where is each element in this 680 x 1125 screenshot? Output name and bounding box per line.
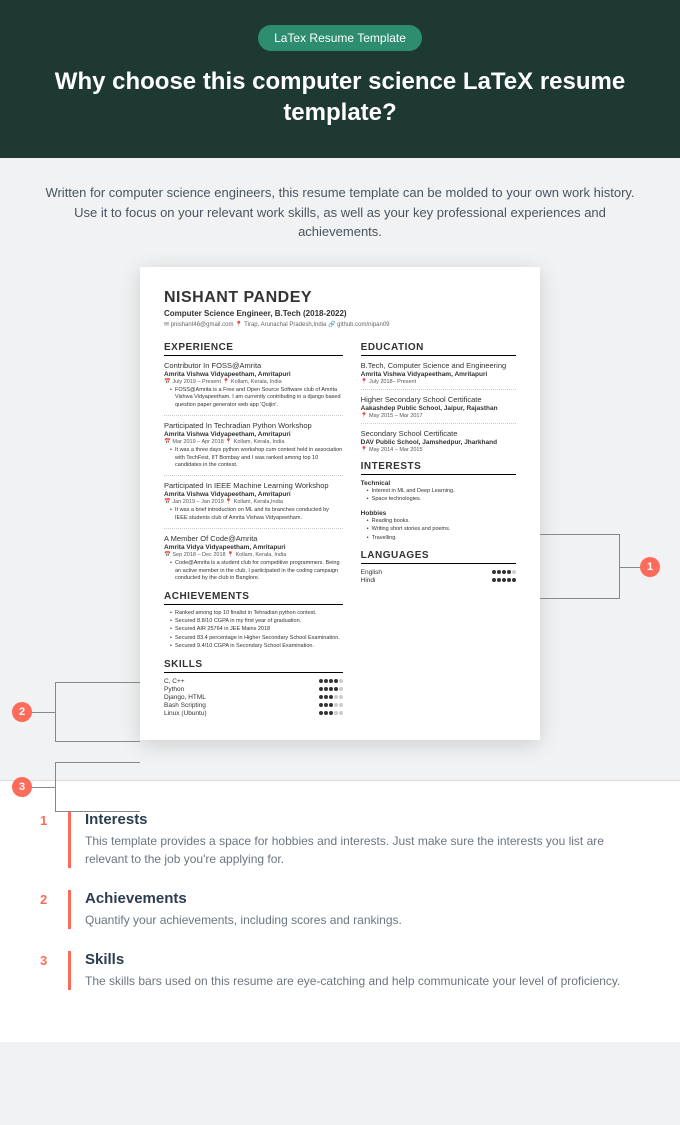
skill-row: Django, HTML bbox=[164, 694, 343, 701]
edu-title: Higher Secondary School Certificate bbox=[361, 395, 516, 404]
languages-header: LANGUAGES bbox=[361, 550, 516, 564]
features-section: 1 Interests This template provides a space… bbox=[0, 780, 680, 1042]
exp-sub: Amrita Vishwa Vidyapeetham, Amritapuri bbox=[164, 491, 343, 498]
skill-row: Python bbox=[164, 686, 343, 693]
hobby-item: Reading books. bbox=[367, 518, 516, 525]
feature-number: 1 bbox=[40, 811, 54, 868]
hobby-item: Writing short stories and poems. bbox=[367, 526, 516, 533]
exp-bullet: It was a three days python workshop cum … bbox=[170, 447, 343, 469]
feature-item: 3 Skills The skills bars used on this resu… bbox=[40, 951, 640, 990]
exp-sub: Amrita Vishwa Vidyapeetham, Amritapuri bbox=[164, 371, 343, 378]
technical-subheader: Technical bbox=[361, 480, 516, 487]
experience-header: EXPERIENCE bbox=[164, 342, 343, 356]
resume-preview-area: 1 2 3 NISHANT PANDEY Computer Science En… bbox=[0, 267, 680, 780]
exp-sub: Amrita Vidya Vidyapeetham, Amritapuri bbox=[164, 544, 343, 551]
hobby-item: Travelling. bbox=[367, 535, 516, 542]
feature-item: 2 Achievements Quantify your achievements,… bbox=[40, 890, 640, 929]
callout-marker-3: 3 bbox=[12, 777, 32, 797]
exp-title: Contributor In FOSS@Amrita bbox=[164, 361, 343, 370]
edu-sub: Amrita Vishwa Vidyapeetham, Amritapuri bbox=[361, 371, 516, 378]
edu-meta: July 2018– Present bbox=[361, 379, 516, 385]
resume-subtitle: Computer Science Engineer, B.Tech (2018-… bbox=[164, 309, 516, 318]
exp-title: Participated In Techradian Python Worksh… bbox=[164, 421, 343, 430]
interest-item: Space technologies. bbox=[367, 496, 516, 503]
exp-meta: Mar 2019 – Apr 2018Kollam, Kerala, India bbox=[164, 439, 343, 445]
achievement-item: Secured 8.8/10 CGPA in my first year of … bbox=[170, 618, 343, 625]
template-badge: LaTex Resume Template bbox=[258, 25, 422, 51]
exp-sub: Amrita Vishwa Vidyapeetham, Amritapuri bbox=[164, 431, 343, 438]
achievement-item: Secured AIR 25764 in JEE Mains 2018 bbox=[170, 626, 343, 633]
feature-description: Quantify your achievements, including sc… bbox=[85, 911, 402, 929]
header: LaTex Resume Template Why choose this co… bbox=[0, 0, 680, 158]
exp-bullet: FOSS@Amrita is a Free and Open Source So… bbox=[170, 387, 343, 409]
feature-item: 1 Interests This template provides a space… bbox=[40, 811, 640, 868]
feature-description: The skills bars used on this resume are … bbox=[85, 972, 620, 990]
interests-header: INTERESTS bbox=[361, 461, 516, 475]
achievement-item: Ranked among top 10 finalist in Tehradia… bbox=[170, 610, 343, 617]
skill-row: C, C++ bbox=[164, 678, 343, 685]
edu-sub: DAV Public School, Jamshedpur, Jharkhand bbox=[361, 439, 516, 446]
hobbies-subheader: Hobbies bbox=[361, 510, 516, 517]
exp-title: A Member Of Code@Amrita bbox=[164, 534, 343, 543]
exp-title: Participated In IEEE Machine Learning Wo… bbox=[164, 481, 343, 490]
edu-meta: May 2014 – Mar 2015 bbox=[361, 447, 516, 453]
achievements-header: ACHIEVEMENTS bbox=[164, 591, 343, 605]
feature-title: Interests bbox=[85, 811, 640, 828]
feature-number: 2 bbox=[40, 890, 54, 929]
feature-description: This template provides a space for hobbi… bbox=[85, 832, 640, 868]
callout-marker-2: 2 bbox=[12, 702, 32, 722]
exp-meta: Jan 2019 – Jan 2019Kollam, Kerala,India bbox=[164, 499, 343, 505]
edu-title: Secondary School Certificate bbox=[361, 429, 516, 438]
edu-sub: Aakashdep Public School, Jaipur, Rajasth… bbox=[361, 405, 516, 412]
edu-meta: May 2015 – Mar 2017 bbox=[361, 413, 516, 419]
feature-number: 3 bbox=[40, 951, 54, 990]
achievement-item: Secured 83.4 percentage in Higher Second… bbox=[170, 635, 343, 642]
language-row: Hindi bbox=[361, 577, 516, 584]
skill-row: Linux (Ubuntu) bbox=[164, 710, 343, 717]
exp-meta: Sep 2018 – Dec 2018Kollam, Kerala, India bbox=[164, 552, 343, 558]
exp-meta: July 2019 – PresentKollam, Kerala, India bbox=[164, 379, 343, 385]
education-header: EDUCATION bbox=[361, 342, 516, 356]
feature-title: Achievements bbox=[85, 890, 402, 907]
intro-text: Written for computer science engineers, … bbox=[0, 158, 680, 267]
resume-contact: ✉ pnishant46@gmail.com 📍 Tirap, Arunacha… bbox=[164, 321, 516, 334]
interest-item: Interest in ML and Deep Learning. bbox=[367, 488, 516, 495]
resume-name: NISHANT PANDEY bbox=[164, 289, 516, 307]
exp-bullet: It was a brief introduction on ML and it… bbox=[170, 507, 343, 522]
edu-title: B.Tech, Computer Science and Engineering bbox=[361, 361, 516, 370]
feature-title: Skills bbox=[85, 951, 620, 968]
page-title: Why choose this computer science LaTeX r… bbox=[30, 66, 650, 128]
language-row: English bbox=[361, 569, 516, 576]
callout-marker-1: 1 bbox=[640, 557, 660, 577]
exp-bullet: Code@Amrita is a student club for compet… bbox=[170, 560, 343, 582]
skills-header: SKILLS bbox=[164, 659, 343, 673]
resume-document: NISHANT PANDEY Computer Science Engineer… bbox=[140, 267, 540, 740]
achievement-item: Secured 9.4/10 CGPA in Secondary School … bbox=[170, 643, 343, 650]
skill-row: Bash Scripting bbox=[164, 702, 343, 709]
